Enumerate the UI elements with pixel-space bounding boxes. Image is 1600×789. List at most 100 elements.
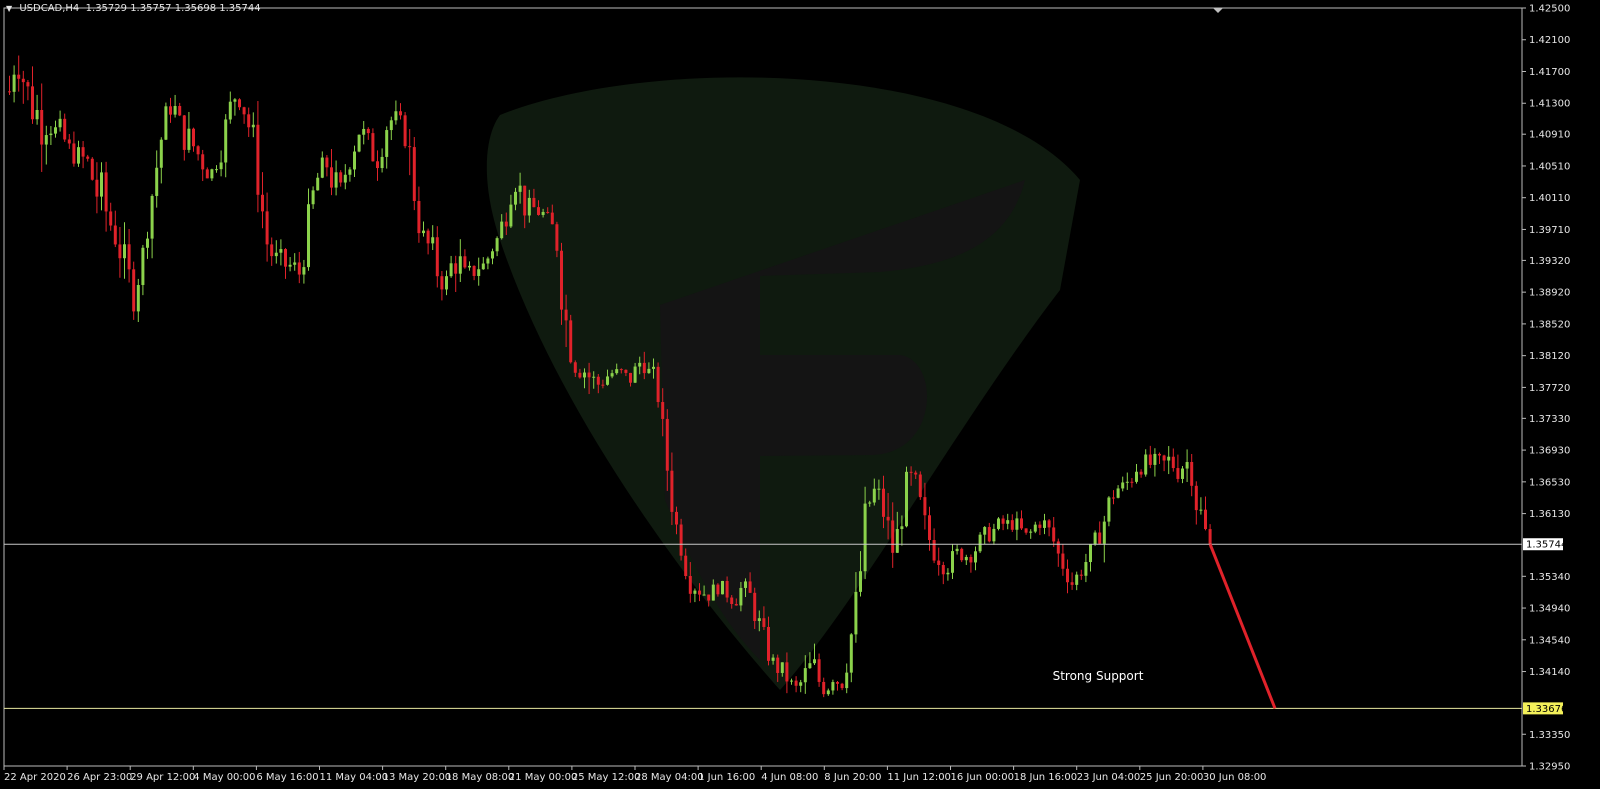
candle-body: [136, 285, 140, 312]
candle-body: [1176, 468, 1180, 479]
candle-body: [376, 161, 379, 169]
candle-body: [491, 251, 494, 259]
candle-body: [192, 128, 195, 147]
candle-body: [1167, 456, 1171, 461]
candle-body: [1010, 520, 1014, 530]
candle-body: [270, 244, 274, 257]
candle-body: [155, 167, 159, 196]
candle-body: [702, 594, 706, 596]
candle-body: [1107, 497, 1111, 522]
symbol-header: ▼ USDCAD,H4 1.35729 1.35757 1.35698 1.35…: [6, 3, 261, 14]
symbol-label: USDCAD,H4: [19, 3, 80, 14]
support-price-label: 1.33676: [1526, 704, 1567, 715]
candle-body: [178, 106, 182, 116]
y-tick-label: 1.38120: [1529, 351, 1570, 362]
candle-body: [1038, 524, 1042, 528]
candle-body: [1015, 518, 1019, 530]
candle-body: [610, 373, 614, 377]
candle-body: [164, 106, 168, 140]
candle-body: [725, 580, 729, 598]
candle-body: [1033, 524, 1037, 532]
candle-body: [12, 74, 16, 92]
candle-body: [182, 115, 186, 150]
candle-body: [284, 249, 287, 267]
candle-body: [1112, 497, 1115, 499]
candle-body: [320, 157, 324, 178]
candle-body: [606, 376, 609, 385]
candle-body: [803, 668, 807, 683]
candle-body: [1070, 582, 1074, 585]
candle-body: [173, 106, 177, 115]
candle-body: [923, 497, 927, 516]
x-tick-label: 4 May 00:00: [193, 772, 255, 783]
candle-body: [1148, 454, 1152, 465]
candle-body: [679, 524, 683, 556]
candle-body: [500, 221, 504, 239]
candle-body: [592, 376, 596, 378]
candle-body: [564, 309, 568, 321]
candle-body: [1121, 482, 1125, 489]
candle-body: [955, 548, 959, 552]
candle-body: [619, 369, 623, 371]
candlestick-chart[interactable]: 1.42500 1.42100 1.41700 1.41300 1.40910 1.405…: [0, 0, 1600, 785]
candle-body: [242, 107, 246, 115]
candle-body: [578, 372, 582, 378]
candle-body: [532, 197, 536, 208]
candle-body: [601, 384, 605, 386]
candle-body: [771, 657, 775, 661]
candle-body: [1043, 520, 1046, 528]
candle-body: [265, 211, 269, 245]
dropdown-arrow-icon[interactable]: ▼: [6, 4, 12, 13]
candle-body: [251, 124, 255, 128]
y-tick-label: 1.34940: [1529, 604, 1570, 615]
candle-body: [1066, 568, 1069, 583]
candle-body: [969, 556, 973, 563]
candle-body: [127, 244, 131, 270]
candle-body: [675, 511, 678, 525]
y-tick-label: 1.36930: [1529, 446, 1570, 457]
watermark-logo: [486, 77, 1080, 690]
candle-body: [201, 154, 205, 170]
candle-body: [247, 114, 251, 128]
candle-body: [132, 269, 136, 312]
candle-body: [684, 555, 688, 577]
candle-body: [17, 74, 21, 79]
candle-body: [868, 502, 872, 504]
candle-body: [665, 418, 669, 471]
candle-body: [895, 529, 899, 553]
candle-body: [1194, 485, 1198, 511]
candle-body: [228, 101, 232, 120]
candle-body: [169, 106, 172, 115]
candle-body: [573, 362, 577, 373]
candle-body: [26, 82, 30, 87]
x-tick-label: 6 May 16:00: [256, 772, 318, 783]
candle-body: [753, 592, 757, 622]
candle-body: [1158, 453, 1161, 456]
candle-body: [435, 237, 439, 277]
candle-body: [1171, 456, 1175, 469]
candle-body: [440, 276, 444, 290]
y-tick-label: 1.40910: [1529, 130, 1570, 141]
candle-body: [1084, 562, 1088, 576]
candle-body: [596, 376, 600, 385]
candle-body: [422, 230, 425, 234]
candle-body: [81, 147, 85, 157]
candle-body: [261, 194, 264, 212]
candle-body: [767, 626, 770, 661]
candle-body: [389, 120, 393, 131]
y-tick-label: 1.38920: [1529, 288, 1570, 299]
candle-body: [1006, 520, 1010, 524]
candle-body: [54, 127, 57, 134]
candle-body: [21, 78, 25, 83]
candle-body: [863, 503, 867, 572]
x-tick-label: 11 Jun 12:00: [887, 772, 951, 783]
candle-body: [537, 207, 540, 215]
candle-body: [799, 682, 803, 686]
candle-body: [900, 526, 904, 530]
candle-body: [113, 225, 117, 245]
candle-body: [550, 212, 554, 225]
candle-body: [859, 571, 862, 592]
y-tick-label: 1.34540: [1529, 635, 1570, 646]
y-tick-label: 1.33350: [1529, 730, 1570, 741]
candle-body: [652, 366, 655, 369]
